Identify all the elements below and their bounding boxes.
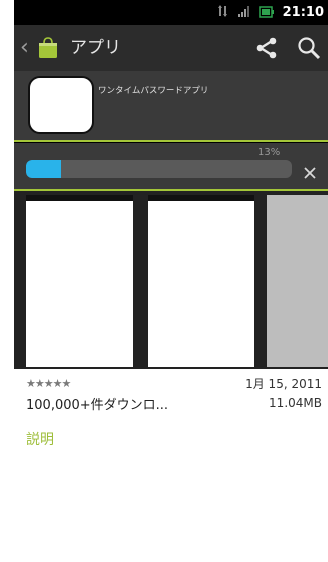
screenshot-3[interactable] xyxy=(267,195,328,367)
app-thumbnail xyxy=(28,76,94,134)
screenshot-1[interactable] xyxy=(26,195,133,367)
battery-icon xyxy=(258,3,275,22)
app-name: ワンタイムパスワードアプリ xyxy=(98,86,209,96)
status-time: 21:10 xyxy=(282,5,324,20)
action-bar: ‹ アプリ xyxy=(14,25,328,71)
data-transfer-icon xyxy=(217,3,229,22)
progress-percent: 13% xyxy=(258,147,281,158)
signal-icon xyxy=(237,3,251,22)
rating-stars: ★★★★★ xyxy=(26,377,71,390)
download-count: 100,000+件ダウンロ... xyxy=(26,398,169,413)
screenshot-gallery[interactable] xyxy=(14,191,328,369)
file-size: 11.04MB xyxy=(269,396,322,410)
screenshot-2[interactable] xyxy=(148,195,254,367)
page-title: アプリ xyxy=(70,38,121,58)
status-bar: 21:10 xyxy=(14,0,328,25)
download-progress-section: 13% xyxy=(14,143,328,189)
release-date: 1月 15, 2011 xyxy=(245,377,322,391)
search-icon[interactable] xyxy=(296,35,322,65)
progress-bar xyxy=(26,160,292,178)
app-header: ワンタイムパスワードアプリ xyxy=(14,71,328,140)
app-details: ★★★★★ 1月 15, 2011 100,000+件ダウンロ... 11.04… xyxy=(14,369,328,562)
close-icon[interactable] xyxy=(304,164,316,183)
phone-screen: 21:10 ‹ アプリ ワンタイムパスワードアプリ 13% ★★★★★ 1月 1… xyxy=(14,0,328,562)
progress-bar-fill xyxy=(26,160,61,178)
up-chevron-icon[interactable]: ‹ xyxy=(20,34,29,62)
header-divider xyxy=(14,140,328,142)
share-icon[interactable] xyxy=(254,36,280,64)
status-icons: 21:10 xyxy=(217,0,324,25)
market-bag-icon[interactable] xyxy=(36,36,60,60)
description-heading: 説明 xyxy=(26,432,54,448)
